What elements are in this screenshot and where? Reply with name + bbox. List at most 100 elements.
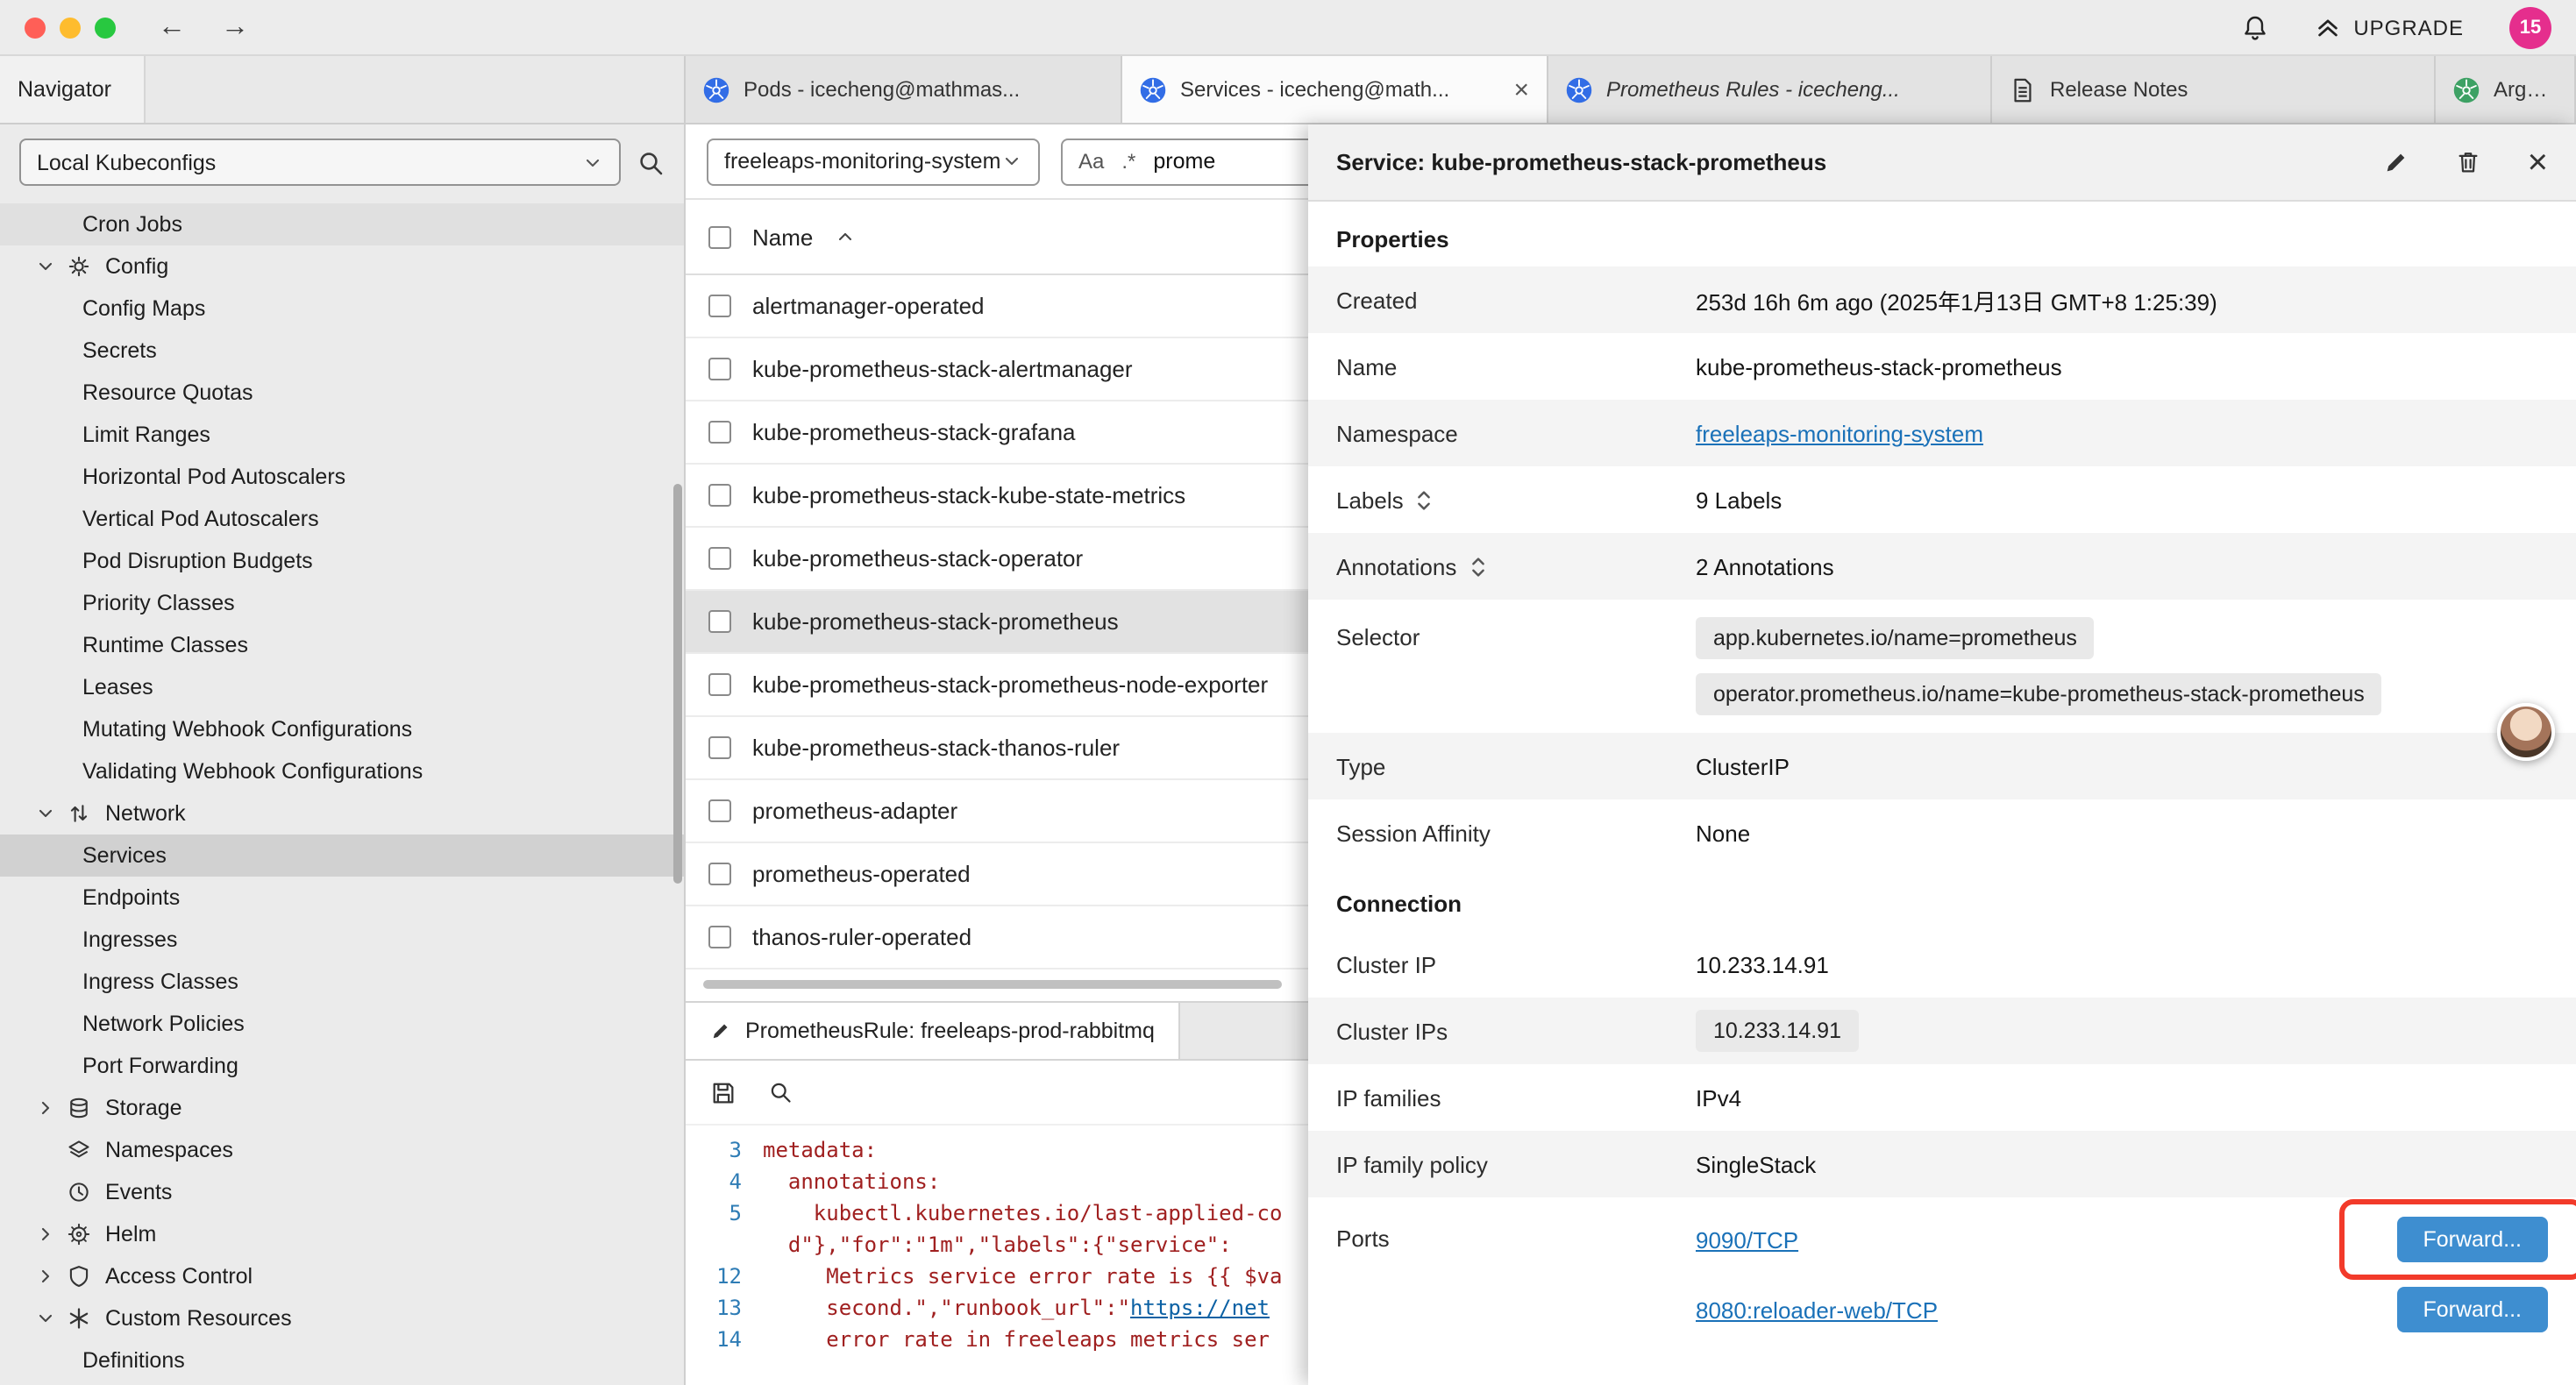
- back-icon[interactable]: ←: [158, 11, 186, 43]
- sidebar-item-endpoints[interactable]: Endpoints: [0, 877, 684, 919]
- sidebar-item-services[interactable]: Services: [0, 835, 684, 877]
- sidebar-item-pod-disruption-budgets[interactable]: Pod Disruption Budgets: [0, 540, 684, 582]
- namespace-link[interactable]: freeleaps-monitoring-system: [1696, 420, 1983, 446]
- row-checkbox[interactable]: [708, 799, 731, 822]
- sidebar-item-ingresses[interactable]: Ingresses: [0, 919, 684, 961]
- sidebar-item-secrets[interactable]: Secrets: [0, 330, 684, 372]
- row-checkbox[interactable]: [708, 610, 731, 633]
- sort-ascending-icon[interactable]: [834, 226, 855, 247]
- namespaces-icon: [67, 1138, 93, 1162]
- tab-prometheus-rules[interactable]: Prometheus Rules - icecheng...: [1548, 56, 1992, 123]
- row-checkbox[interactable]: [708, 421, 731, 444]
- sidebar-item-leases[interactable]: Leases: [0, 666, 684, 708]
- history-navigation: ← →: [158, 11, 249, 43]
- tab-release-notes[interactable]: Release Notes: [1992, 56, 2436, 123]
- sidebar-item-definitions[interactable]: Definitions: [0, 1339, 684, 1381]
- maximize-window-button[interactable]: [95, 17, 116, 38]
- document-icon: [2010, 76, 2036, 103]
- select-all-checkbox[interactable]: [708, 225, 731, 248]
- namespace-filter-dropdown[interactable]: freeleaps-monitoring-system: [707, 138, 1040, 185]
- forward-icon[interactable]: →: [221, 11, 249, 43]
- port-link-8080[interactable]: 8080:reloader-web/TCP: [1696, 1296, 1938, 1323]
- property-label: Selector: [1336, 607, 1696, 650]
- expand-collapse-icon[interactable]: [1416, 487, 1434, 513]
- dock-tab-prometheusrule[interactable]: PrometheusRule: freeleaps-prod-rabbitmq: [686, 1003, 1181, 1059]
- port-link-9090[interactable]: 9090/TCP: [1696, 1226, 1798, 1253]
- row-checkbox[interactable]: [708, 736, 731, 759]
- minimize-window-button[interactable]: [60, 17, 81, 38]
- app-window: ← → UPGRADE 15 Navigator Pods - icecheng…: [0, 0, 2576, 1385]
- sidebar-item-events[interactable]: Events: [0, 1171, 684, 1213]
- close-drawer-icon[interactable]: ×: [2528, 145, 2548, 180]
- tab-argo[interactable]: Argo S: [2436, 56, 2576, 123]
- sidebar-item-label: Namespaces: [105, 1138, 233, 1162]
- row-checkbox[interactable]: [708, 863, 731, 885]
- sidebar-item-config-maps[interactable]: Config Maps: [0, 288, 684, 330]
- sidebar-item-priority-classes[interactable]: Priority Classes: [0, 582, 684, 624]
- close-tab-icon[interactable]: ×: [1513, 76, 1529, 103]
- row-checkbox[interactable]: [708, 484, 731, 507]
- regex-toggle[interactable]: .*: [1121, 149, 1135, 174]
- code-text: kubectl.kubernetes.io/last-applied-co: [763, 1197, 1282, 1229]
- delete-trash-icon[interactable]: [2456, 149, 2482, 175]
- sidebar-item-horizontal-pod-autoscalers[interactable]: Horizontal Pod Autoscalers: [0, 456, 684, 498]
- expand-collapse-icon[interactable]: [1469, 553, 1486, 579]
- code-link[interactable]: https://net: [1130, 1296, 1270, 1320]
- sidebar-item-port-forwarding[interactable]: Port Forwarding: [0, 1045, 684, 1087]
- edit-pencil-icon[interactable]: [2384, 149, 2410, 175]
- row-checkbox[interactable]: [708, 547, 731, 570]
- sidebar-item-namespaces[interactable]: Namespaces: [0, 1129, 684, 1171]
- kubernetes-icon: [1566, 76, 1592, 103]
- forward-button[interactable]: Forward...: [2396, 1287, 2548, 1332]
- property-label: Type: [1336, 753, 1696, 779]
- line-number: 3: [686, 1134, 763, 1166]
- column-header-name[interactable]: Name: [752, 224, 813, 250]
- match-case-toggle[interactable]: Aa: [1078, 149, 1104, 174]
- property-value[interactable]: 2 Annotations: [1696, 553, 2548, 579]
- sidebar-item-custom-resources[interactable]: Custom Resources: [0, 1297, 684, 1339]
- sidebar-item-storage[interactable]: Storage: [0, 1087, 684, 1129]
- sidebar-item-config[interactable]: Config: [0, 245, 684, 288]
- sidebar-item-limit-ranges[interactable]: Limit Ranges: [0, 414, 684, 456]
- sidebar-item-label: Definitions: [82, 1348, 185, 1373]
- property-label: Session Affinity: [1336, 820, 1696, 846]
- upgrade-button[interactable]: UPGRADE: [2315, 14, 2464, 40]
- row-checkbox[interactable]: [708, 295, 731, 317]
- tab-services[interactable]: Services - icecheng@math... ×: [1122, 56, 1548, 123]
- kubeconfig-selector[interactable]: Local Kubeconfigs: [19, 138, 621, 186]
- sidebar-item-cron-jobs[interactable]: Cron Jobs: [0, 203, 684, 245]
- property-value: ClusterIP: [1696, 753, 2548, 779]
- notification-count-badge[interactable]: 15: [2509, 6, 2551, 48]
- forward-button[interactable]: Forward...: [2396, 1217, 2548, 1262]
- property-value[interactable]: 9 Labels: [1696, 487, 2548, 513]
- row-checkbox[interactable]: [708, 358, 731, 380]
- cluster-ip-badge: 10.233.14.91: [1696, 1010, 1859, 1052]
- sidebar-item-helm[interactable]: Helm: [0, 1213, 684, 1255]
- sidebar-item-ingress-classes[interactable]: Ingress Classes: [0, 961, 684, 1003]
- sidebar-scrollbar[interactable]: [673, 484, 682, 884]
- property-label: Name: [1336, 353, 1696, 380]
- property-label: Cluster IPs: [1336, 1018, 1696, 1044]
- sidebar-search-icon[interactable]: [637, 148, 665, 176]
- sidebar-item-network[interactable]: Network: [0, 792, 684, 835]
- save-icon[interactable]: [710, 1079, 737, 1105]
- sidebar-item-access-control[interactable]: Access Control: [0, 1255, 684, 1297]
- user-avatar[interactable]: [2497, 703, 2555, 761]
- sidebar-item-runtime-classes[interactable]: Runtime Classes: [0, 624, 684, 666]
- notifications-bell-icon[interactable]: [2241, 13, 2269, 41]
- sidebar-item-vertical-pod-autoscalers[interactable]: Vertical Pod Autoscalers: [0, 498, 684, 540]
- sidebar-item-mutating-webhook-configurations[interactable]: Mutating Webhook Configurations: [0, 708, 684, 750]
- close-window-button[interactable]: [25, 17, 46, 38]
- sidebar-item-resource-quotas[interactable]: Resource Quotas: [0, 372, 684, 414]
- navigator-tab[interactable]: Navigator: [0, 56, 145, 123]
- tab-pods[interactable]: Pods - icecheng@mathmas...: [686, 56, 1122, 123]
- editor-search-icon[interactable]: [768, 1080, 793, 1104]
- sidebar-item-label: Services: [82, 843, 167, 868]
- row-checkbox[interactable]: [708, 926, 731, 948]
- property-label: Annotations: [1336, 553, 1456, 579]
- sidebar-item-label: Validating Webhook Configurations: [82, 759, 423, 784]
- sidebar-item-validating-webhook-configurations[interactable]: Validating Webhook Configurations: [0, 750, 684, 792]
- sidebar-item-network-policies[interactable]: Network Policies: [0, 1003, 684, 1045]
- horizontal-scrollbar[interactable]: [703, 980, 1282, 989]
- row-checkbox[interactable]: [708, 673, 731, 696]
